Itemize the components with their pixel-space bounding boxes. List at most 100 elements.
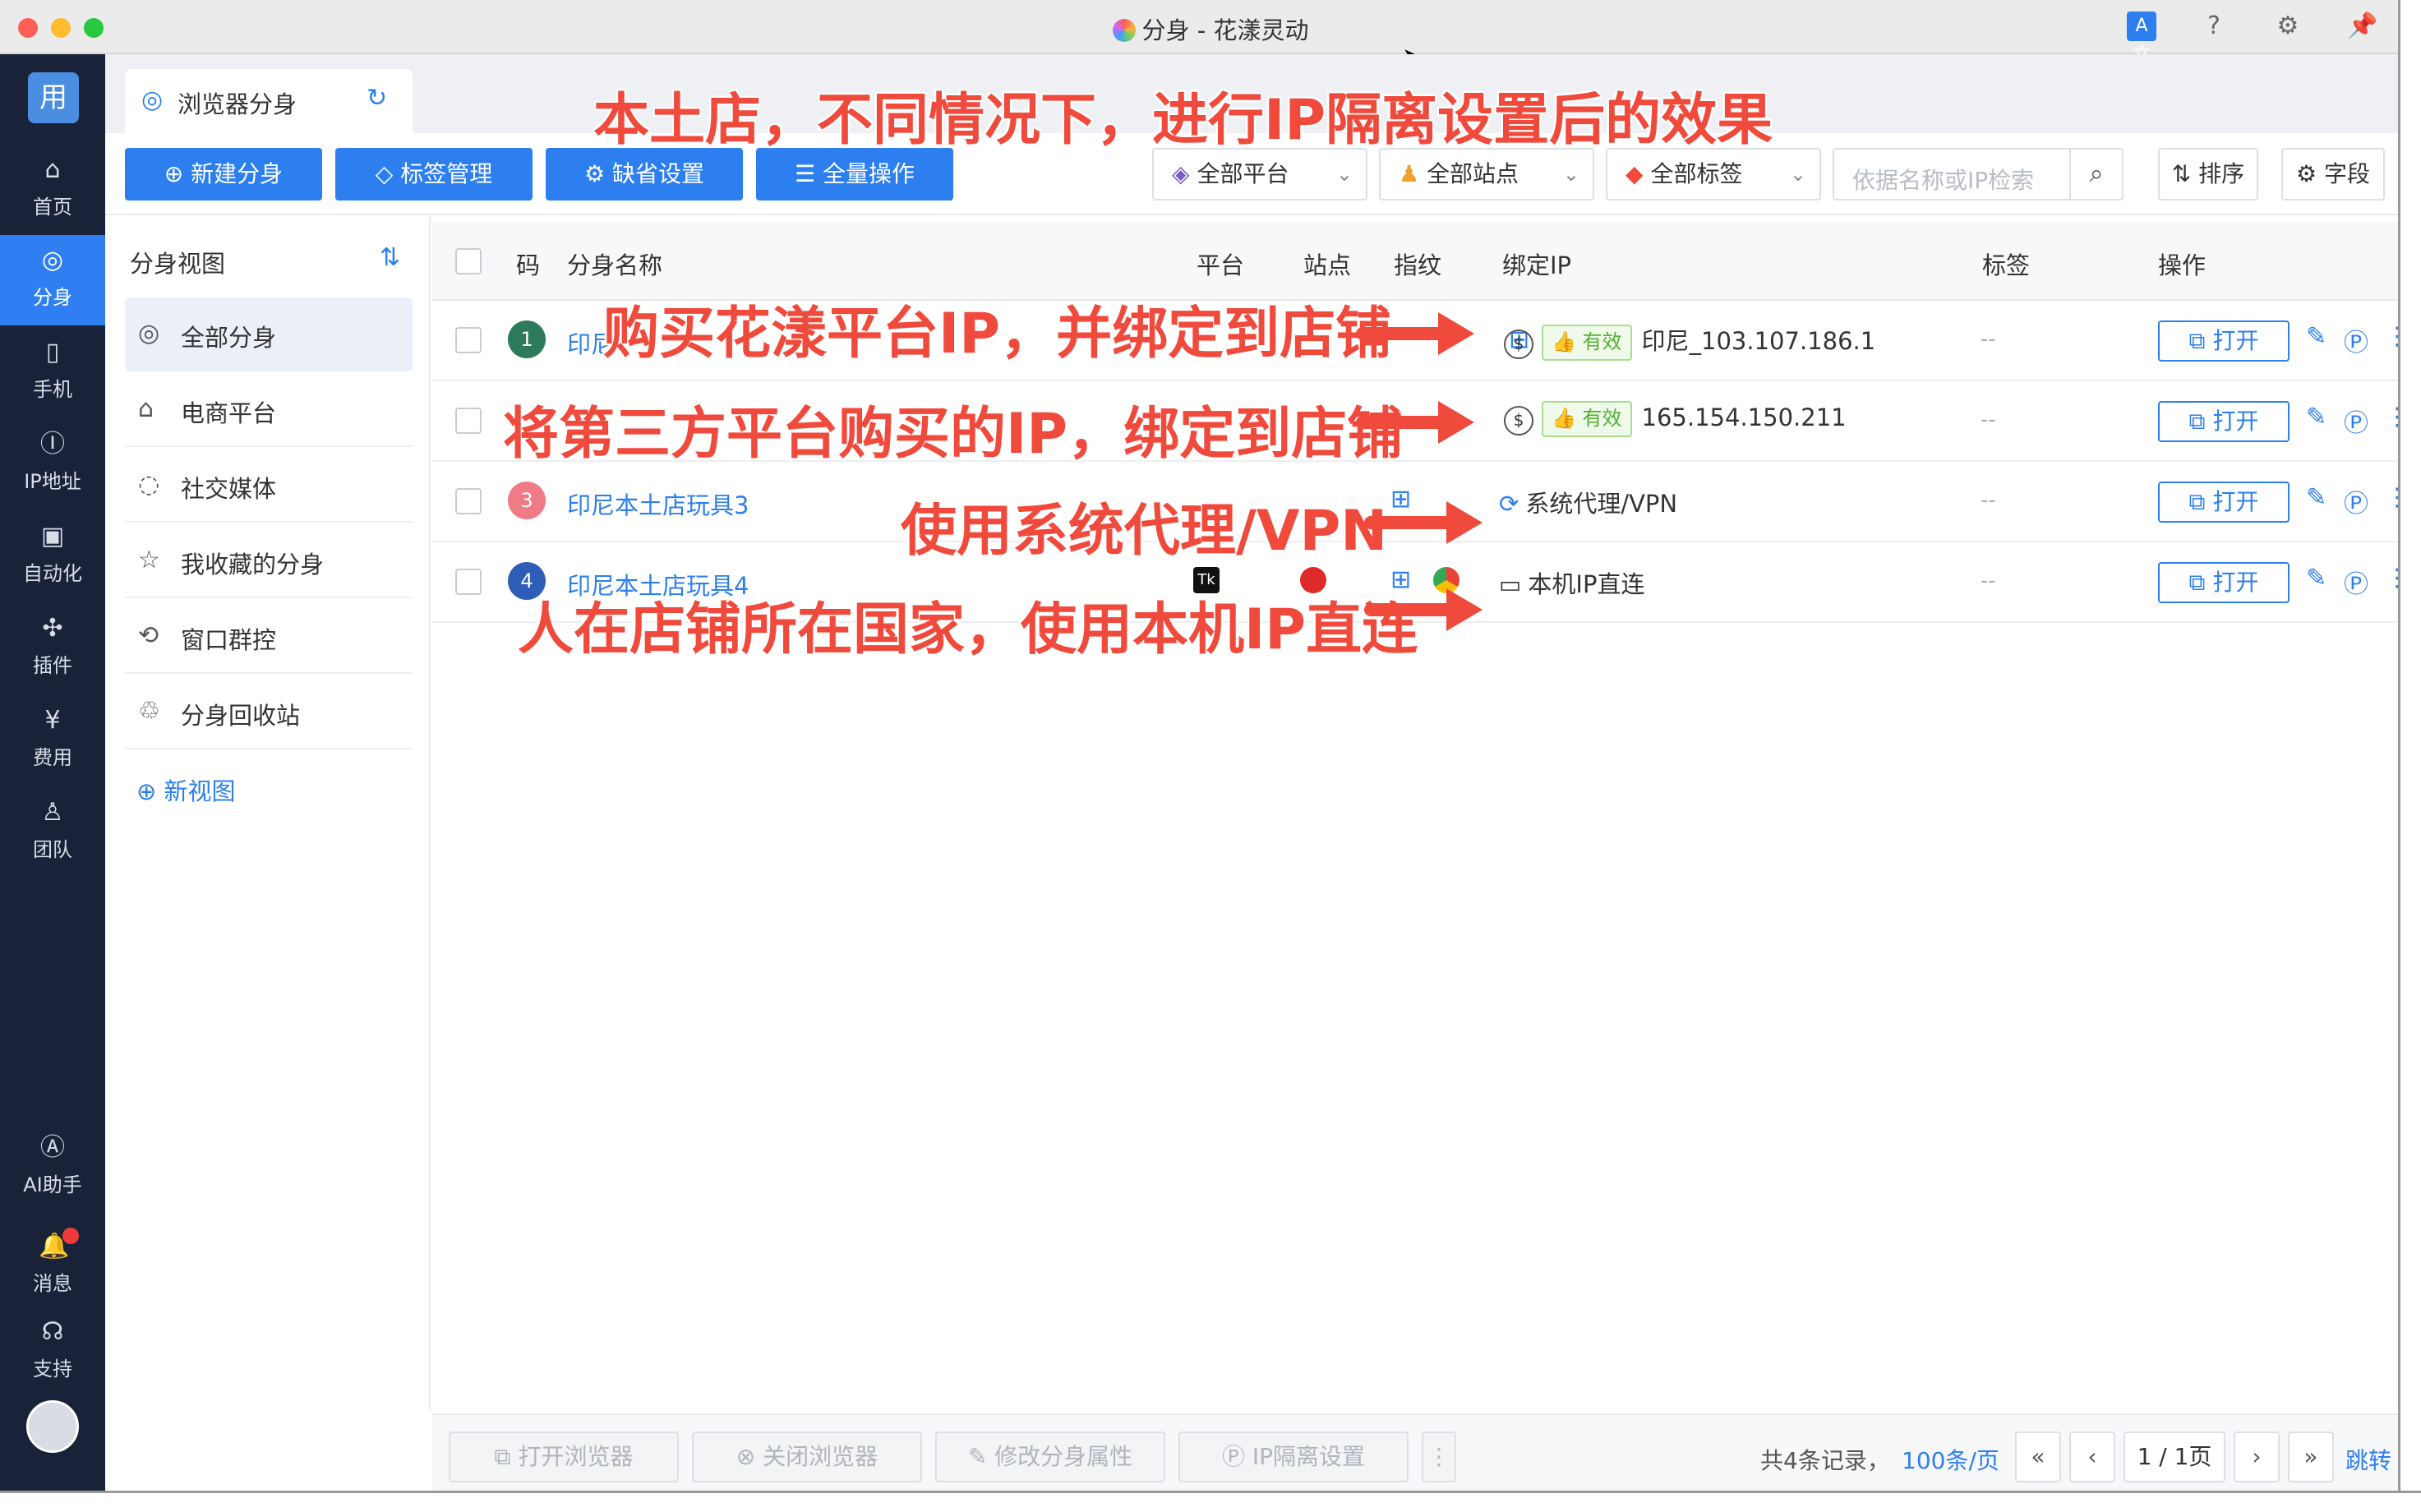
tags-value: --: [1981, 488, 1996, 513]
avatar[interactable]: [26, 1400, 79, 1453]
open-button[interactable]: ⧉ 打开: [2158, 401, 2290, 442]
chrome-icon: ◎: [141, 85, 164, 114]
ip-settings-icon[interactable]: Ⓟ: [2344, 483, 2368, 519]
column-header-platform[interactable]: 平台: [1197, 247, 1244, 281]
default-settings-button[interactable]: ⚙ 缺省设置: [546, 148, 743, 201]
row-checkbox[interactable]: [455, 408, 482, 434]
tags-value: --: [1981, 569, 1996, 593]
edit-icon[interactable]: ✎: [2306, 564, 2326, 592]
edit-icon[interactable]: ✎: [2306, 483, 2326, 512]
robot-icon: ▣: [40, 522, 65, 551]
sort-button[interactable]: ⇅ 排序: [2158, 148, 2258, 201]
help-icon[interactable]: ?: [2199, 12, 2229, 41]
view-item-all[interactable]: ◎ 全部分身: [125, 297, 413, 371]
nav-item-team[interactable]: ♙ 团队: [0, 787, 105, 878]
settings-icon[interactable]: ⚙: [2273, 12, 2303, 41]
arrow-right-icon: [1356, 401, 1474, 444]
fields-button[interactable]: ⚙ 字段: [2281, 148, 2385, 201]
tag-value: 全部标签: [1650, 160, 1743, 187]
view-item-ecommerce[interactable]: ⌂ 电商平台: [125, 373, 413, 447]
site-value: 全部站点: [1427, 160, 1519, 187]
footer-more-button[interactable]: ⋮: [1422, 1431, 1456, 1482]
search-icon[interactable]: ⌕: [2069, 150, 2122, 199]
next-page-button[interactable]: ›: [2234, 1431, 2280, 1482]
page-size-select[interactable]: 100条/页: [1902, 1443, 1999, 1476]
platform-select[interactable]: ◈ 全部平台 ⌄: [1152, 148, 1367, 201]
ip-settings-icon[interactable]: Ⓟ: [2344, 322, 2368, 358]
annotation-direct-ip: 人在店铺所在国家，使用本机IP直连: [518, 597, 1418, 662]
prev-page-button[interactable]: ‹: [2069, 1431, 2115, 1482]
search-input[interactable]: 依据名称或IP检索 ⌕: [1833, 148, 2124, 201]
nav-item-billing[interactable]: ¥ 费用: [0, 695, 105, 786]
tag-manage-button[interactable]: ◇ 标签管理: [335, 148, 533, 201]
user-logo[interactable]: 用: [28, 72, 79, 123]
nav-item-profiles[interactable]: ◎ 分身: [0, 235, 105, 325]
search-placeholder: 依据名称或IP检索: [1852, 167, 2035, 194]
column-header-code[interactable]: 码: [516, 247, 540, 281]
profile-name-link[interactable]: 印尼本土店玩具3: [567, 486, 749, 521]
nav-item-ip[interactable]: Ⓘ IP地址: [0, 419, 105, 509]
nav-item-ai[interactable]: Ⓐ AI助手: [0, 1122, 105, 1213]
star-icon: ☆: [138, 546, 160, 574]
translate-icon[interactable]: A文: [2127, 12, 2156, 66]
nav-label: 首页: [33, 196, 72, 219]
view-item-favorites[interactable]: ☆ 我收藏的分身: [125, 524, 413, 598]
ip-isolation-label: IP隔离设置: [1252, 1443, 1366, 1470]
nav-item-plugins[interactable]: ✣ 插件: [0, 603, 105, 694]
thumbs-up-icon: 👍: [1552, 407, 1576, 430]
open-button[interactable]: ⧉ 打开: [2158, 320, 2290, 362]
edit-icon[interactable]: ✎: [2306, 322, 2326, 351]
sort-views-icon[interactable]: ⇅: [380, 243, 400, 272]
new-view-link[interactable]: ⊕ 新视图: [136, 772, 236, 807]
close-browser-button[interactable]: ⊗ 关闭浏览器: [692, 1431, 922, 1482]
refresh-icon[interactable]: ↻: [367, 84, 387, 113]
column-header-fingerprint[interactable]: 指纹: [1394, 247, 1441, 281]
puzzle-icon: ✣: [42, 614, 63, 643]
nav-item-support[interactable]: ☊ 支持: [0, 1307, 105, 1397]
tags-value: --: [1981, 408, 1996, 432]
nav-item-automation[interactable]: ▣ 自动化: [0, 511, 105, 602]
open-window-icon: ⧉: [2188, 408, 2213, 435]
thumbs-up-icon: 👍: [1552, 330, 1576, 353]
tab-browser-profiles[interactable]: ◎ 浏览器分身 ↻: [125, 69, 413, 133]
tag-select[interactable]: ◆ 全部标签 ⌄: [1606, 148, 1821, 201]
column-header-bound-ip[interactable]: 绑定IP: [1502, 247, 1571, 281]
bulk-operation-button[interactable]: ☰ 全量操作: [756, 148, 953, 201]
app-logo-icon: [1112, 19, 1136, 42]
ip-settings-icon[interactable]: Ⓟ: [2344, 564, 2368, 600]
page-indicator[interactable]: 1 / 1页: [2124, 1431, 2225, 1482]
row-checkbox[interactable]: [455, 488, 482, 514]
open-browser-button[interactable]: ⧉ 打开浏览器: [449, 1431, 679, 1482]
nav-item-messages[interactable]: 🔔 消息: [0, 1221, 105, 1311]
edit-props-button[interactable]: ✎ 修改分身属性: [935, 1431, 1165, 1482]
nav-item-home[interactable]: ⌂ 首页: [0, 145, 105, 235]
view-item-recycle[interactable]: ♲ 分身回收站: [125, 675, 413, 749]
column-header-site[interactable]: 站点: [1303, 247, 1351, 281]
arrow-right-icon: [1364, 588, 1483, 631]
column-header-tags[interactable]: 标签: [1982, 247, 2030, 281]
nav-item-phone[interactable]: ▯ 手机: [0, 327, 105, 417]
chevron-down-icon: ⌄: [1335, 163, 1353, 186]
first-page-button[interactable]: «: [2015, 1431, 2061, 1482]
edit-icon[interactable]: ✎: [2306, 403, 2326, 431]
ai-icon: Ⓐ: [40, 1133, 65, 1162]
last-page-button[interactable]: »: [2288, 1431, 2334, 1482]
column-header-name[interactable]: 分身名称: [567, 247, 662, 281]
row-checkbox[interactable]: [455, 569, 482, 595]
view-item-group-control[interactable]: ⟲ 窗口群控: [125, 600, 413, 674]
open-label: 打开: [2212, 327, 2259, 354]
ip-settings-icon[interactable]: Ⓟ: [2344, 403, 2368, 439]
open-button[interactable]: ⧉ 打开: [2158, 562, 2290, 603]
row-checkbox[interactable]: [455, 327, 482, 353]
arrow-right-icon: [1364, 501, 1483, 544]
site-select[interactable]: ♟ 全部站点 ⌄: [1379, 148, 1594, 201]
new-profile-button[interactable]: ⊕ 新建分身: [125, 148, 322, 201]
ip-isolation-button[interactable]: Ⓟ IP隔离设置: [1178, 1431, 1409, 1482]
select-all-checkbox[interactable]: [455, 248, 482, 274]
plus-icon: ⊕: [164, 160, 191, 187]
pin-icon[interactable]: 📌: [2347, 12, 2377, 41]
layers-icon: ◈: [1172, 160, 1197, 187]
view-item-social[interactable]: ◌ 社交媒体: [125, 449, 413, 523]
open-button[interactable]: ⧉ 打开: [2158, 482, 2290, 523]
jump-link[interactable]: 跳转: [2345, 1443, 2391, 1476]
